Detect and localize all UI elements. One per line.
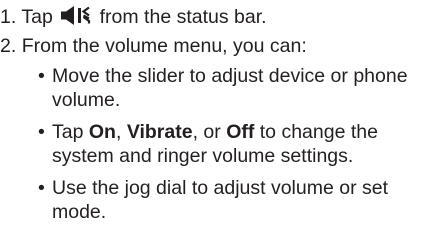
- step-2: 2. From the volume menu, you can:: [0, 34, 307, 58]
- step-2-text: From the volume menu, you can:: [21, 35, 307, 57]
- list-item-text: Use the jog dial to adjust volume or set…: [52, 177, 389, 223]
- separator: , or: [192, 121, 221, 143]
- list-item-slider: • Move the slider to adjust device or ph…: [38, 64, 418, 112]
- step-1-before-text: Tap: [21, 6, 53, 28]
- option-on-label: On: [88, 121, 116, 143]
- step-1: 1. Tap from the status bar.: [0, 5, 267, 29]
- bullet-marker: •: [38, 65, 45, 87]
- step-1-number: 1.: [0, 6, 17, 28]
- bullet-marker: •: [38, 121, 45, 143]
- step-1-after-text: from the status bar.: [99, 6, 267, 28]
- step-2-number: 2.: [0, 35, 17, 57]
- list-item-modes: • Tap On, Vibrate, or Off to change the …: [38, 120, 418, 168]
- bullet-marker: •: [38, 177, 45, 199]
- option-vibrate-label: Vibrate: [126, 121, 193, 143]
- list-item-jog-dial: • Use the jog dial to adjust volume or s…: [38, 176, 418, 224]
- list-item-text: Move the slider to adjust device or phon…: [52, 65, 408, 111]
- options-list: • Move the slider to adjust device or ph…: [38, 64, 418, 232]
- instructions-document: 1. Tap from the status bar. 2. From the …: [0, 0, 423, 240]
- speaker-volume-icon: [61, 6, 91, 25]
- list-item-prefix: Tap: [52, 121, 84, 143]
- separator: ,: [115, 121, 122, 143]
- option-off-label: Off: [226, 121, 255, 143]
